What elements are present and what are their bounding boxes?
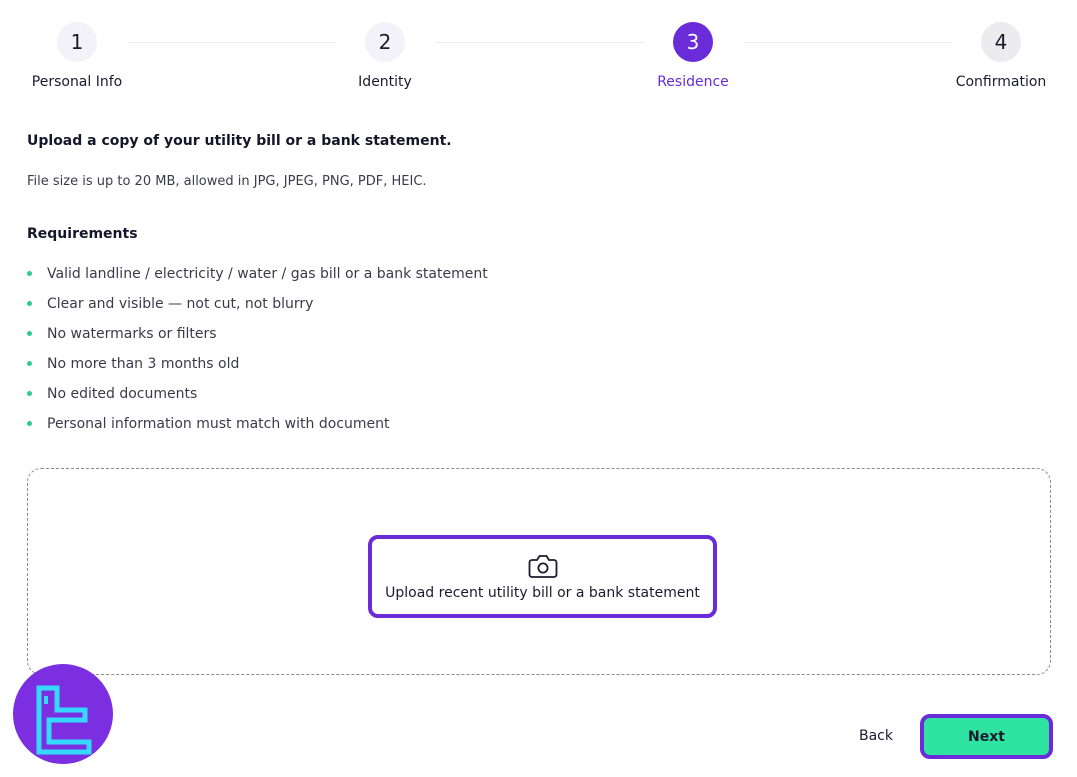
list-item: No edited documents — [27, 384, 488, 414]
next-button[interactable]: Next — [920, 714, 1053, 759]
upload-title: Upload a copy of your utility bill or a … — [27, 133, 452, 149]
brand-logo — [13, 664, 113, 764]
file-requirements-text: File size is up to 20 MB, allowed in JPG… — [27, 174, 427, 189]
step-number: 3 — [673, 22, 713, 62]
bullet-icon — [27, 361, 32, 366]
upload-button-label: Upload recent utility bill or a bank sta… — [385, 584, 700, 601]
requirement-text: No edited documents — [47, 386, 198, 402]
requirements-heading: Requirements — [27, 226, 138, 242]
step-number: 4 — [981, 22, 1021, 62]
requirement-text: Valid landline / electricity / water / g… — [47, 266, 488, 282]
bullet-icon — [27, 391, 32, 396]
step-label: Residence — [657, 74, 729, 90]
camera-icon — [528, 554, 557, 578]
list-item: No watermarks or filters — [27, 324, 488, 354]
bullet-icon — [27, 331, 32, 336]
step-residence[interactable]: 3 Residence — [613, 22, 773, 90]
back-button[interactable]: Back — [845, 720, 907, 752]
requirement-text: Personal information must match with doc… — [47, 416, 390, 432]
bullet-icon — [27, 421, 32, 426]
step-label: Personal Info — [31, 74, 123, 90]
logo-mark-icon — [36, 685, 92, 755]
step-label: Confirmation — [955, 74, 1047, 90]
step-number: 2 — [365, 22, 405, 62]
progress-stepper: 1 Personal Info 2 Identity 3 Residence 4… — [0, 0, 1077, 110]
requirement-text: Clear and visible — not cut, not blurry — [47, 296, 314, 312]
requirement-text: No more than 3 months old — [47, 356, 240, 372]
step-number: 1 — [57, 22, 97, 62]
list-item: No more than 3 months old — [27, 354, 488, 384]
step-personal-info[interactable]: 1 Personal Info — [0, 22, 157, 90]
upload-document-button[interactable]: Upload recent utility bill or a bank sta… — [368, 535, 717, 618]
list-item: Personal information must match with doc… — [27, 414, 488, 444]
list-item: Valid landline / electricity / water / g… — [27, 264, 488, 294]
bullet-icon — [27, 271, 32, 276]
step-confirmation: 4 Confirmation — [921, 22, 1077, 90]
step-label: Identity — [358, 74, 412, 90]
list-item: Clear and visible — not cut, not blurry — [27, 294, 488, 324]
requirements-list: Valid landline / electricity / water / g… — [27, 264, 488, 444]
step-identity[interactable]: 2 Identity — [305, 22, 465, 90]
requirement-text: No watermarks or filters — [47, 326, 217, 342]
bullet-icon — [27, 301, 32, 306]
